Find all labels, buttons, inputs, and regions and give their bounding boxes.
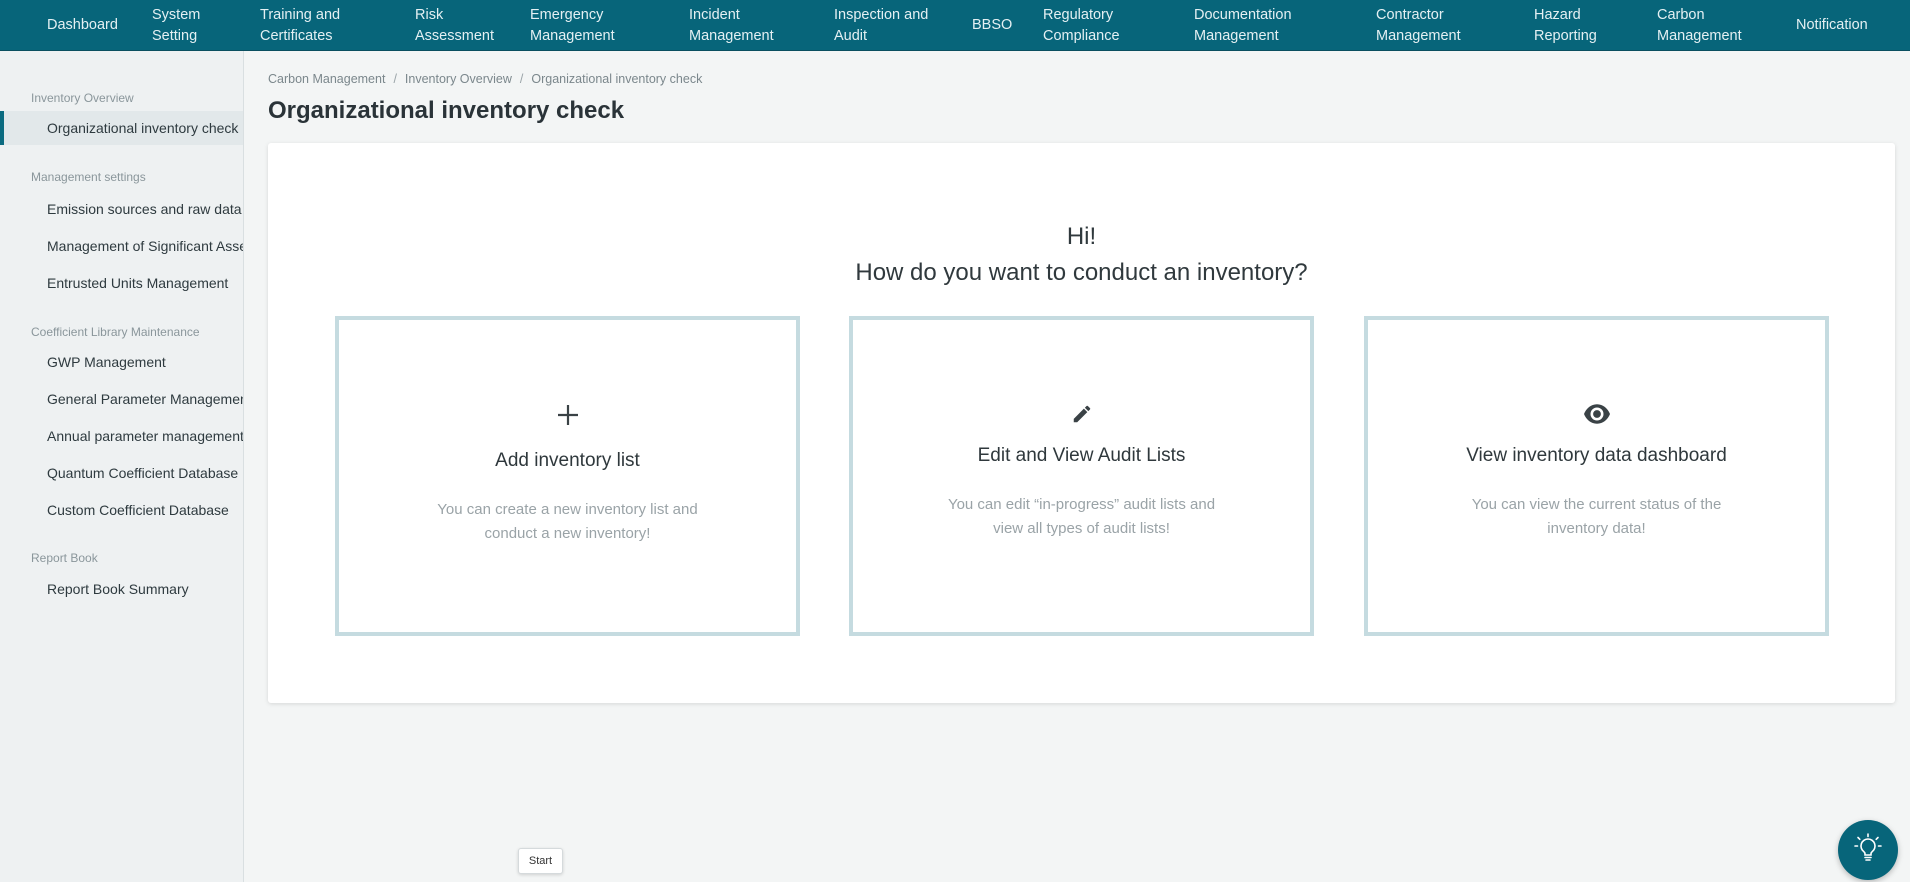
sidebar-item-custom-coefficient[interactable]: Custom Coefficient Database (0, 493, 243, 527)
card-title: Add inventory list (495, 450, 640, 471)
sidebar-item-general-parameter[interactable]: General Parameter Managemen (0, 382, 243, 416)
nav-carbon-management[interactable]: Carbon Management (1657, 0, 1742, 51)
breadcrumb-inventory-overview[interactable]: Inventory Overview (405, 72, 512, 86)
sidebar-item-gwp-management[interactable]: GWP Management (0, 345, 243, 379)
help-button[interactable] (1838, 820, 1898, 880)
sidebar-item-emission-sources[interactable]: Emission sources and raw data m (0, 192, 243, 226)
nav-documentation-management[interactable]: Documentation Management (1194, 0, 1292, 51)
eye-icon (1368, 404, 1825, 424)
sidebar-group-report-book: Report Book (31, 551, 98, 565)
nav-notification[interactable]: Notification (1796, 0, 1868, 51)
sidebar-item-report-book-summary[interactable]: Report Book Summary (0, 572, 243, 606)
inventory-question: How do you want to conduct an inventory? (855, 259, 1308, 286)
nav-emergency-management[interactable]: Emergency Management (530, 0, 615, 51)
breadcrumb-separator: / (519, 72, 524, 86)
card-title: Edit and View Audit Lists (977, 445, 1186, 466)
breadcrumb-current: Organizational inventory check (531, 72, 703, 86)
nav-regulatory-compliance[interactable]: Regulatory Compliance (1043, 0, 1120, 51)
sidebar-item-organizational-inventory-check[interactable]: Organizational inventory check (0, 111, 243, 145)
sidebar-item-annual-parameter[interactable]: Annual parameter management (0, 419, 243, 453)
add-inventory-list-card[interactable]: Add inventory list You can create a new … (335, 316, 800, 636)
nav-dashboard[interactable]: Dashboard (47, 0, 118, 51)
nav-risk-assessment[interactable]: Risk Assessment (415, 0, 494, 51)
main-panel: Hi! How do you want to conduct an invent… (268, 143, 1895, 703)
sidebar-item-significant-assets[interactable]: Management of Significant Asse (0, 229, 243, 263)
sidebar: Inventory Overview Organizational invent… (0, 51, 244, 882)
plus-icon (339, 403, 796, 427)
sidebar-group-inventory-overview: Inventory Overview (31, 91, 134, 105)
start-button[interactable]: Start (518, 848, 563, 874)
nav-system-setting[interactable]: System Setting (152, 0, 200, 51)
nav-incident-management[interactable]: Incident Management (689, 0, 774, 51)
lightbulb-icon (1854, 832, 1882, 868)
sidebar-group-management-settings: Management settings (31, 170, 146, 184)
nav-contractor-management[interactable]: Contractor Management (1376, 0, 1461, 51)
nav-hazard-reporting[interactable]: Hazard Reporting (1534, 0, 1597, 51)
page-title: Organizational inventory check (268, 97, 625, 124)
breadcrumb: Carbon Management / Inventory Overview / Org… (268, 72, 702, 86)
card-title: View inventory data dashboard (1466, 445, 1727, 466)
card-description: You can view the current status of the i… (1471, 496, 1722, 537)
nav-training-and-certificates[interactable]: Training and Certificates (260, 0, 340, 51)
nav-inspection-and-audit[interactable]: Inspection and Audit (834, 0, 928, 51)
top-navigation: Dashboard System Setting Training and Ce… (0, 0, 1910, 51)
breadcrumb-separator: / (393, 72, 397, 86)
card-description: You can create a new inventory list and … (437, 501, 698, 542)
pencil-icon (853, 403, 1310, 425)
sidebar-item-quantum-coefficient[interactable]: Quantum Coefficient Database (0, 456, 243, 490)
sidebar-item-entrusted-units[interactable]: Entrusted Units Management (0, 266, 243, 300)
nav-bbso[interactable]: BBSO (972, 0, 1012, 51)
card-description: You can edit “in-progress” audit lists a… (947, 496, 1216, 537)
sidebar-group-coefficient-library: Coefficient Library Maintenance (31, 325, 200, 339)
breadcrumb-carbon-management[interactable]: Carbon Management (268, 72, 385, 86)
view-inventory-dashboard-card[interactable]: View inventory data dashboard You can vi… (1364, 316, 1829, 636)
greeting-text: Hi! (1066, 223, 1097, 250)
edit-view-audit-lists-card[interactable]: Edit and View Audit Lists You can edit “… (849, 316, 1314, 636)
